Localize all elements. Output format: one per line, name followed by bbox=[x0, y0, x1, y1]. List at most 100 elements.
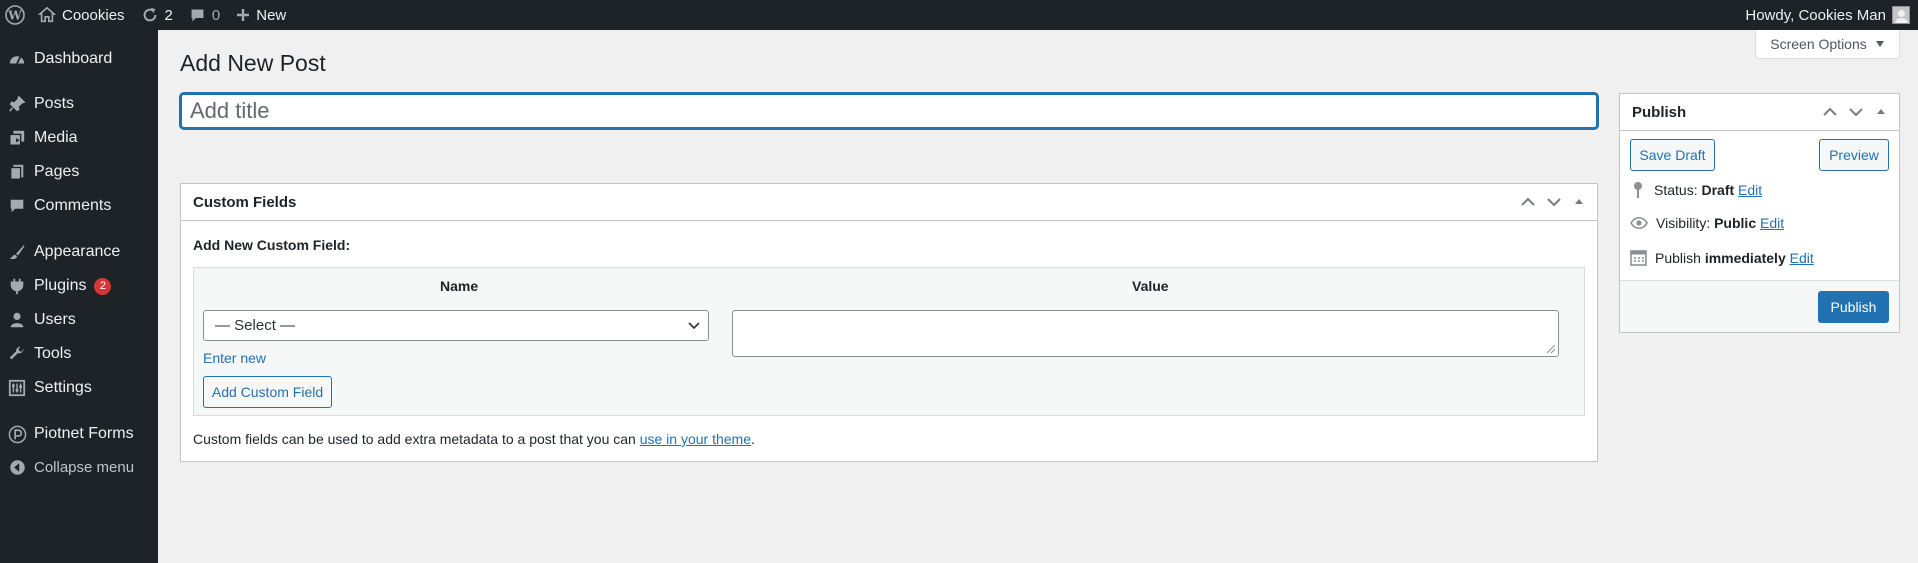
plus-icon bbox=[237, 9, 250, 21]
sidebar-item-comments[interactable]: Comments bbox=[0, 189, 158, 223]
site-name-link[interactable]: Coookies bbox=[30, 0, 133, 30]
custom-fields-subheading: Add New Custom Field: bbox=[193, 237, 351, 253]
avatar bbox=[1892, 6, 1910, 24]
save-draft-button[interactable]: Save Draft bbox=[1630, 139, 1715, 171]
edit-visibility-link[interactable]: Edit bbox=[1760, 215, 1784, 231]
use-in-theme-link[interactable]: use in your theme bbox=[640, 431, 751, 447]
wrench-icon bbox=[9, 346, 24, 360]
custom-fields-box: Custom Fields Add New Custom Field: Name… bbox=[180, 183, 1598, 462]
note-text: Custom fields can be used to add extra m… bbox=[193, 431, 640, 447]
new-content-link[interactable]: New bbox=[228, 0, 294, 30]
page-title: Add New Post bbox=[180, 50, 326, 76]
publish-box: Publish Save Draft Preview Status: Draft… bbox=[1619, 93, 1900, 333]
sidebar-item-label: Piotnet Forms bbox=[34, 425, 134, 442]
dashboard-icon bbox=[9, 55, 25, 64]
add-custom-field-button[interactable]: Add Custom Field bbox=[203, 376, 332, 408]
collapse-menu-label: Collapse menu bbox=[34, 458, 135, 476]
note-end: . bbox=[751, 431, 755, 447]
site-name: Coookies bbox=[62, 6, 125, 24]
comment-icon bbox=[191, 9, 204, 21]
publish-label: Publish bbox=[1655, 249, 1705, 266]
edit-publish-date-link[interactable]: Edit bbox=[1790, 250, 1814, 266]
sidebar-item-settings[interactable]: Settings bbox=[0, 371, 158, 405]
eye-icon bbox=[1630, 216, 1648, 230]
updates-link[interactable]: 2 bbox=[133, 0, 181, 30]
publish-title: Publish bbox=[1632, 103, 1687, 121]
wordpress-logo-icon[interactable]: W bbox=[0, 0, 30, 30]
resize-handle-icon[interactable] bbox=[1546, 344, 1556, 354]
refresh-icon bbox=[143, 7, 156, 22]
move-up-icon[interactable] bbox=[1823, 107, 1837, 117]
sidebar-item-label: Settings bbox=[34, 379, 92, 396]
screen-options-button[interactable]: Screen Options bbox=[1755, 30, 1900, 59]
sidebar-item-posts[interactable]: Posts bbox=[0, 87, 158, 121]
comments-link[interactable]: 0 bbox=[181, 0, 228, 30]
sidebar-item-label: Users bbox=[34, 311, 76, 328]
toggle-panel-icon[interactable] bbox=[1875, 107, 1887, 117]
comments-count: 0 bbox=[211, 6, 221, 24]
sidebar-item-label: Posts bbox=[34, 95, 75, 112]
custom-field-value-textarea[interactable] bbox=[732, 310, 1559, 357]
pages-icon bbox=[10, 164, 24, 180]
sidebar-item-piotnet-forms[interactable]: Piotnet Forms bbox=[0, 417, 158, 451]
column-header-name: Name bbox=[440, 278, 479, 294]
publish-timing: immediately bbox=[1704, 249, 1786, 266]
collapse-menu-button[interactable]: Collapse menu bbox=[0, 450, 158, 484]
enter-new-link[interactable]: Enter new bbox=[203, 350, 266, 366]
move-down-icon[interactable] bbox=[1849, 107, 1863, 117]
visibility-row: Visibility: Public Edit bbox=[1630, 215, 1784, 231]
admin-sidebar: Dashboard Posts Media Pages Comments App… bbox=[0, 30, 158, 563]
sidebar-item-label: Plugins bbox=[34, 277, 87, 294]
sidebar-item-label: Comments bbox=[34, 197, 112, 214]
settings-icon bbox=[8, 379, 26, 397]
publish-date-row: Publish immediately Edit bbox=[1630, 249, 1814, 266]
new-label: New bbox=[256, 6, 287, 24]
publish-header: Publish bbox=[1620, 94, 1899, 131]
preview-button[interactable]: Preview bbox=[1819, 139, 1889, 171]
user-icon bbox=[10, 312, 24, 328]
select-value: — Select — bbox=[215, 317, 296, 334]
pin-icon bbox=[1634, 182, 1642, 198]
brush-icon bbox=[9, 244, 25, 260]
post-title-input[interactable] bbox=[180, 93, 1598, 129]
custom-fields-note: Custom fields can be used to add extra m… bbox=[193, 431, 755, 447]
piotnet-icon bbox=[8, 425, 26, 443]
sidebar-item-plugins[interactable]: Plugins 2 bbox=[0, 269, 158, 303]
sidebar-item-pages[interactable]: Pages bbox=[0, 155, 158, 189]
custom-field-name-select[interactable]: — Select — bbox=[203, 310, 709, 341]
custom-fields-header: Custom Fields bbox=[181, 184, 1597, 221]
sidebar-item-users[interactable]: Users bbox=[0, 303, 158, 337]
sidebar-item-label: Media bbox=[34, 129, 78, 146]
sidebar-item-label: Appearance bbox=[34, 243, 121, 260]
edit-status-link[interactable]: Edit bbox=[1738, 182, 1762, 198]
sidebar-item-media[interactable]: Media bbox=[0, 121, 158, 155]
caret-down-icon bbox=[1875, 41, 1884, 47]
visibility-value: Public bbox=[1714, 215, 1757, 231]
my-account-link[interactable]: Howdy, Cookies Man bbox=[1737, 0, 1918, 30]
comment-icon bbox=[10, 199, 24, 213]
column-header-value: Value bbox=[1132, 278, 1169, 294]
updates-count: 2 bbox=[164, 6, 173, 24]
move-up-icon[interactable] bbox=[1521, 197, 1535, 207]
visibility-label: Visibility: bbox=[1656, 215, 1715, 231]
calendar-icon bbox=[1630, 250, 1647, 266]
post-status-row: Status: Draft Edit bbox=[1630, 181, 1762, 199]
publish-actions: Publish bbox=[1620, 280, 1899, 332]
screen-options-label: Screen Options bbox=[1770, 36, 1867, 52]
home-icon bbox=[38, 6, 56, 23]
svg-text:W: W bbox=[7, 9, 22, 23]
sidebar-item-dashboard[interactable]: Dashboard bbox=[0, 42, 158, 76]
move-down-icon[interactable] bbox=[1547, 197, 1561, 207]
sidebar-item-label: Dashboard bbox=[34, 50, 113, 67]
sidebar-item-tools[interactable]: Tools bbox=[0, 337, 158, 371]
toggle-panel-icon[interactable] bbox=[1573, 197, 1585, 207]
status-label: Status: bbox=[1654, 182, 1702, 198]
plugin-icon bbox=[10, 278, 24, 295]
sidebar-item-label: Tools bbox=[34, 345, 72, 362]
sidebar-item-appearance[interactable]: Appearance bbox=[0, 235, 158, 269]
sidebar-item-label: Pages bbox=[34, 163, 80, 180]
chevron-down-icon bbox=[688, 322, 700, 330]
pushpin-icon bbox=[9, 95, 26, 112]
media-icon bbox=[9, 130, 25, 146]
publish-button[interactable]: Publish bbox=[1818, 291, 1889, 323]
